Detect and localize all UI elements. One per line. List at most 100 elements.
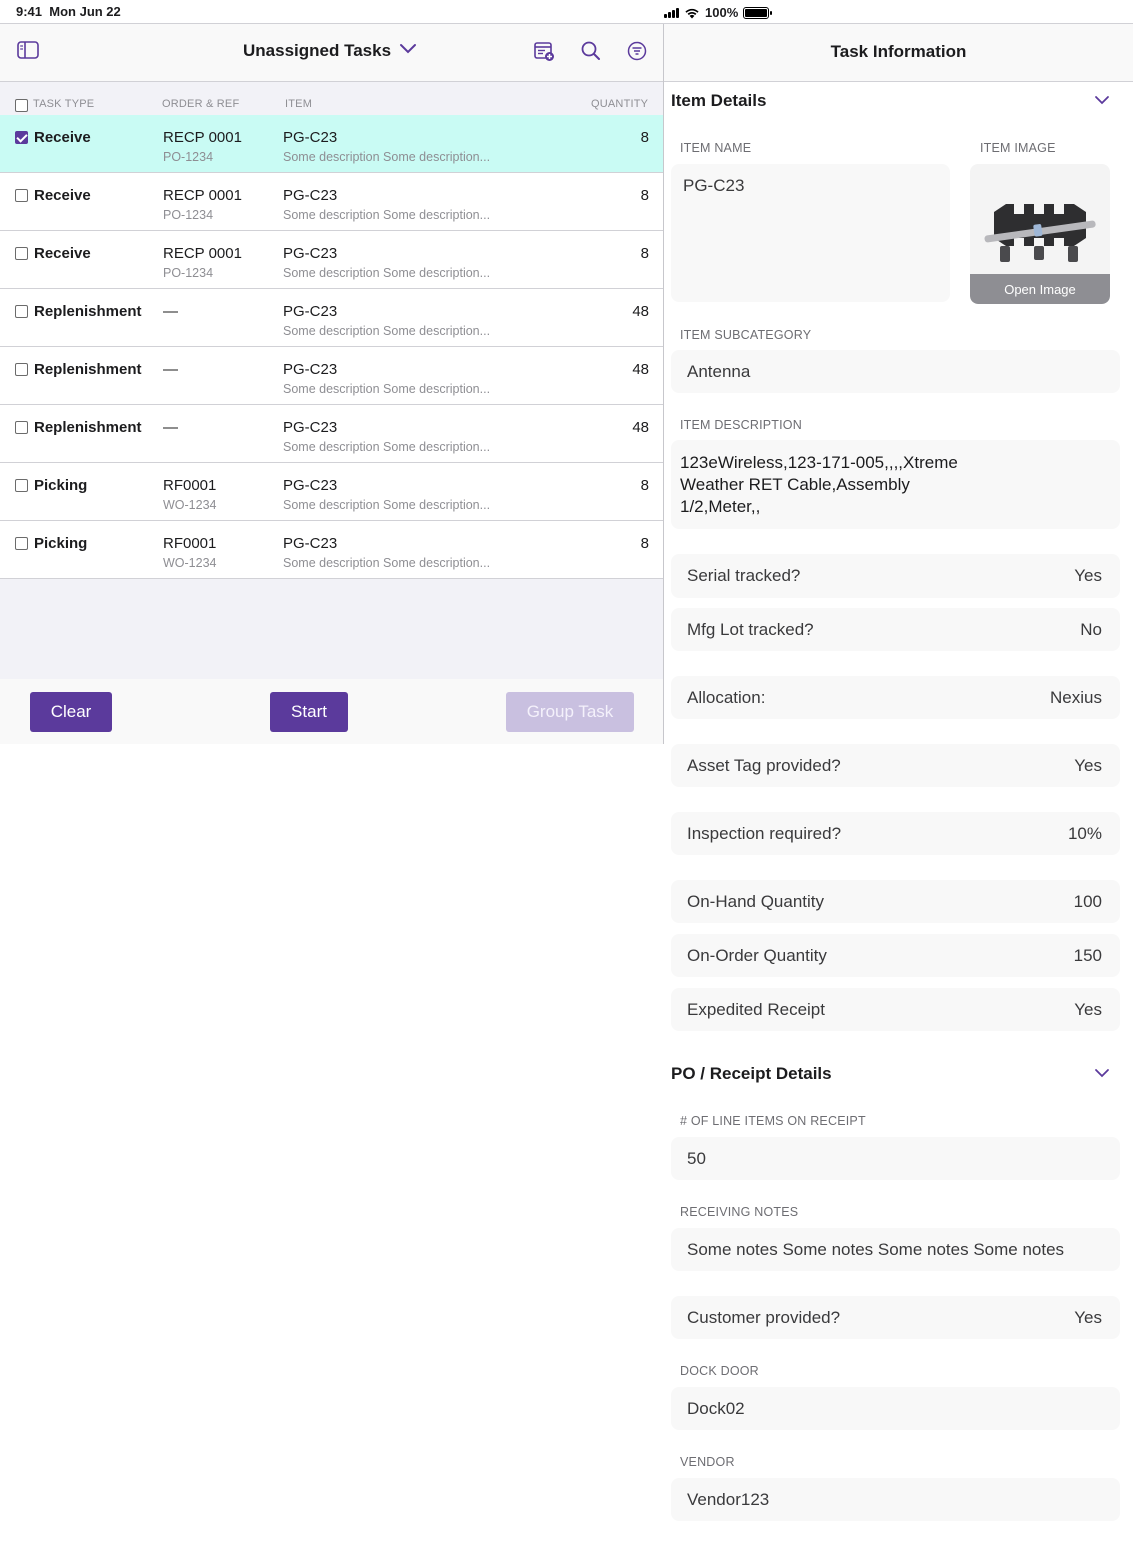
search-icon[interactable] — [580, 40, 602, 62]
description-value: 123eWireless,123-171-005,,,,Xtreme Weath… — [680, 453, 958, 516]
task-type: Picking — [34, 477, 88, 494]
po-details-title[interactable]: PO / Receipt Details — [671, 1064, 832, 1084]
wifi-icon — [685, 8, 699, 18]
column-item[interactable]: ITEM — [285, 98, 312, 110]
column-quantity[interactable]: QUANTITY — [591, 98, 648, 110]
order-ref: PO-1234 — [163, 208, 214, 222]
quantity: 8 — [640, 535, 649, 552]
item-code: PG-C23 — [283, 129, 338, 146]
item-description: Some description Some description... — [283, 382, 491, 396]
status-indicators: 100% — [664, 5, 1133, 20]
customer-provided-label: Customer provided? — [687, 1307, 841, 1327]
quantity: 8 — [640, 245, 649, 262]
chevron-down-icon[interactable] — [399, 42, 417, 56]
task-info-navbar: Task Information — [664, 24, 1133, 82]
row-checkbox[interactable] — [15, 131, 28, 144]
table-row[interactable]: Replenishment — PG-C23 Some description … — [0, 347, 663, 405]
mfg-lot-value: No — [1080, 619, 1102, 639]
table-row[interactable]: Receive RECP 0001 PO-1234 PG-C23 Some de… — [0, 115, 663, 173]
item-description: Some description Some description... — [283, 556, 491, 570]
on-hand-value: 100 — [1073, 891, 1102, 911]
task-type: Replenishment — [34, 303, 142, 320]
table-row[interactable]: Picking RF0001 WO-1234 PG-C23 Some descr… — [0, 521, 663, 579]
allocation-value: Nexius — [1050, 687, 1102, 707]
subcategory-label: ITEM SUBCATEGORY — [680, 328, 812, 342]
subcategory-field: Antenna — [671, 350, 1120, 393]
order-number: RF0001 — [163, 477, 217, 494]
column-task-type[interactable]: TASK TYPE — [33, 98, 94, 110]
order-number: RECP 0001 — [163, 245, 242, 262]
clear-button[interactable]: Clear — [30, 692, 112, 732]
sidebar-toggle-icon[interactable] — [17, 41, 39, 59]
mfg-lot-row: Mfg Lot tracked? No — [671, 608, 1120, 651]
on-hand-label: On-Hand Quantity — [687, 891, 825, 911]
row-checkbox[interactable] — [15, 247, 28, 260]
item-description: Some description Some description... — [283, 150, 491, 164]
quantity: 8 — [640, 477, 649, 494]
order-number: — — [163, 361, 178, 378]
task-list-title[interactable]: Unassigned Tasks — [243, 41, 391, 61]
pane-divider — [663, 24, 664, 744]
status-time: 9:41 Mon Jun 22 — [16, 4, 121, 19]
allocation-label: Allocation: — [687, 687, 766, 707]
subcategory-value: Antenna — [687, 361, 751, 381]
calendar-add-icon[interactable] — [533, 40, 555, 62]
task-type: Picking — [34, 535, 88, 552]
inspection-label: Inspection required? — [687, 823, 842, 843]
receiving-notes-value: Some notes Some notes Some notes Some no… — [687, 1239, 1065, 1259]
order-ref: PO-1234 — [163, 266, 214, 280]
quantity: 48 — [632, 419, 649, 436]
row-checkbox[interactable] — [15, 189, 28, 202]
select-all-checkbox[interactable] — [15, 99, 28, 112]
item-code: PG-C23 — [283, 419, 338, 436]
on-hand-row: On-Hand Quantity 100 — [671, 880, 1120, 923]
line-items-value: 50 — [687, 1148, 706, 1168]
table-row[interactable]: Replenishment — PG-C23 Some description … — [0, 289, 663, 347]
open-image-button[interactable]: Open Image — [970, 274, 1110, 304]
dock-door-label: DOCK DOOR — [680, 1364, 759, 1378]
row-checkbox[interactable] — [15, 479, 28, 492]
group-task-button[interactable]: Group Task — [506, 692, 634, 732]
expedited-label: Expedited Receipt — [687, 999, 825, 1019]
expedited-value: Yes — [1074, 999, 1102, 1019]
item-code: PG-C23 — [283, 477, 338, 494]
item-image-label: ITEM IMAGE — [980, 141, 1056, 155]
task-table: Receive RECP 0001 PO-1234 PG-C23 Some de… — [0, 115, 663, 579]
table-row[interactable]: Receive RECP 0001 PO-1234 PG-C23 Some de… — [0, 231, 663, 289]
column-order-ref[interactable]: ORDER & REF — [162, 98, 239, 110]
order-ref: WO-1234 — [163, 498, 217, 512]
item-name-field: PG-C23 — [671, 164, 950, 302]
task-type: Receive — [34, 187, 91, 204]
chevron-down-icon[interactable] — [1094, 1067, 1110, 1079]
asset-tag-value: Yes — [1074, 755, 1102, 775]
task-list-pane: Unassigned Tasks TASK TYPE ORDER & REF I… — [0, 24, 663, 744]
row-checkbox[interactable] — [15, 305, 28, 318]
row-checkbox[interactable] — [15, 363, 28, 376]
row-checkbox[interactable] — [15, 421, 28, 434]
item-details-title[interactable]: Item Details — [671, 91, 766, 111]
task-info-title: Task Information — [830, 42, 967, 61]
item-code: PG-C23 — [283, 187, 338, 204]
start-button[interactable]: Start — [270, 692, 348, 732]
inspection-row: Inspection required? 10% — [671, 812, 1120, 855]
inspection-value: 10% — [1067, 823, 1102, 843]
chevron-down-icon[interactable] — [1094, 94, 1110, 106]
description-field: 123eWireless,123-171-005,,,,Xtreme Weath… — [671, 440, 1120, 529]
table-row[interactable]: Picking RF0001 WO-1234 PG-C23 Some descr… — [0, 463, 663, 521]
on-order-value: 150 — [1073, 945, 1102, 965]
item-name-value: PG-C23 — [683, 176, 745, 195]
item-code: PG-C23 — [283, 361, 338, 378]
task-type: Replenishment — [34, 419, 142, 436]
table-row[interactable]: Receive RECP 0001 PO-1234 PG-C23 Some de… — [0, 173, 663, 231]
filter-icon[interactable] — [626, 40, 648, 62]
item-image: Open Image — [970, 164, 1110, 304]
quantity: 48 — [632, 361, 649, 378]
item-code: PG-C23 — [283, 303, 338, 320]
order-number: — — [163, 419, 178, 436]
allocation-row: Allocation: Nexius — [671, 676, 1120, 719]
table-row[interactable]: Replenishment — PG-C23 Some description … — [0, 405, 663, 463]
dock-door-value: Dock02 — [687, 1398, 745, 1418]
vendor-field: Vendor123 — [671, 1478, 1120, 1521]
vendor-label: VENDOR — [680, 1455, 735, 1469]
row-checkbox[interactable] — [15, 537, 28, 550]
